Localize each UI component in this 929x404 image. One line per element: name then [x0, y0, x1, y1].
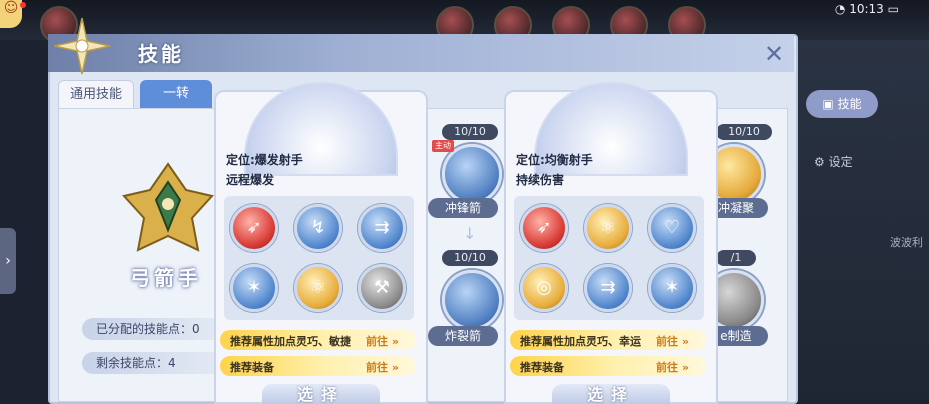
- close-icon[interactable]: ✕: [760, 40, 788, 68]
- card-subtitle: 远程爆发: [226, 173, 275, 187]
- arrow-down-icon: ↓: [463, 224, 477, 243]
- double-chevron-right-icon: »: [681, 361, 689, 374]
- recommend-gear-bar[interactable]: 推荐装备 前往 »: [220, 356, 416, 376]
- menu-skill-label: 技能: [837, 97, 862, 111]
- skill-level-badge: 10/10: [716, 124, 772, 140]
- go-link[interactable]: 前往 »: [366, 333, 399, 349]
- recommend-gear-text: 推荐装备: [520, 361, 564, 374]
- skill-icon[interactable]: ✶: [230, 264, 278, 312]
- menu-settings-button[interactable]: ⚙ 设定: [814, 153, 853, 170]
- skill-level-badge: /1: [716, 250, 756, 266]
- go-link[interactable]: 前往 »: [366, 359, 399, 375]
- recommend-attr-bar[interactable]: 推荐属性加点灵巧、幸运 前往 »: [510, 330, 706, 350]
- skill-icon[interactable]: ↯: [294, 204, 342, 252]
- active-tag: 主动: [432, 140, 454, 152]
- double-chevron-right-icon: »: [681, 335, 689, 348]
- recommend-attr-bar[interactable]: 推荐属性加点灵巧、敏捷 前往 »: [220, 330, 416, 350]
- skill-icon[interactable]: ◎: [520, 264, 568, 312]
- tab-general-skills[interactable]: 通用技能: [58, 80, 134, 110]
- skill-level-badge: 10/10: [442, 250, 498, 266]
- menu-skill-button[interactable]: ▣ 技能: [806, 90, 878, 118]
- battery-icon: ▭: [887, 2, 899, 16]
- class-name: 弓箭手: [130, 266, 202, 290]
- go-label: 前往: [656, 361, 678, 374]
- skill-node-label: 冲锋箭: [428, 198, 498, 218]
- skill-icon[interactable]: ✶: [648, 264, 696, 312]
- recommend-attr-text: 推荐属性加点灵巧、幸运: [520, 335, 641, 348]
- archer-class-emblem-icon: [122, 162, 214, 252]
- skill-node-label: 炸裂箭: [428, 326, 498, 346]
- skill-icon[interactable]: ⚒: [358, 264, 406, 312]
- wifi-icon: ◔: [834, 2, 846, 16]
- skill-icon[interactable]: ⚛: [584, 204, 632, 252]
- menu-settings-label: 设定: [828, 155, 853, 169]
- left-expand-button[interactable]: ›: [0, 228, 16, 294]
- tab-first-job[interactable]: 一转: [140, 80, 212, 108]
- recommend-gear-bar[interactable]: 推荐装备 前往 »: [510, 356, 706, 376]
- status-bar: ◔ 10:13 ▭: [835, 2, 899, 16]
- skill-icon[interactable]: ⚛: [294, 264, 342, 312]
- clock: 10:13: [849, 2, 884, 16]
- skill-icon[interactable]: ➶: [520, 204, 568, 252]
- gear-icon: ⚙: [814, 155, 825, 169]
- skill-icon[interactable]: ♡: [648, 204, 696, 252]
- double-chevron-right-icon: »: [391, 361, 399, 374]
- skill-node-icon[interactable]: [442, 270, 502, 330]
- double-chevron-right-icon: »: [391, 335, 399, 348]
- select-button[interactable]: 选择: [262, 384, 380, 404]
- go-label: 前往: [366, 335, 388, 348]
- card-position: 定位:均衡射手: [516, 153, 593, 167]
- skill-icon[interactable]: ⇉: [584, 264, 632, 312]
- stat-remaining-points: 剩余技能点：4: [82, 352, 236, 374]
- go-label: 前往: [366, 361, 388, 374]
- dialog-title: 技能: [138, 42, 184, 66]
- player-avatar-icon[interactable]: ☺: [0, 0, 22, 28]
- go-link[interactable]: 前往 »: [656, 333, 689, 349]
- chevron-right-icon: ›: [5, 253, 11, 269]
- card-subtitle: 持续伤害: [516, 173, 565, 187]
- notification-dot: [20, 2, 26, 8]
- skill-icon[interactable]: ➶: [230, 204, 278, 252]
- stat-allocated-points: 已分配的技能点：0: [82, 318, 236, 340]
- card-position: 定位:爆发射手: [226, 153, 303, 167]
- skill-menu-icon: ▣: [822, 97, 834, 111]
- select-button[interactable]: 选择: [552, 384, 670, 404]
- skill-icon[interactable]: ⇉: [358, 204, 406, 252]
- go-link[interactable]: 前往 »: [656, 359, 689, 375]
- compass-emblem-icon: [53, 17, 111, 75]
- skill-level-badge: 10/10: [442, 124, 498, 140]
- recommend-attr-text: 推荐属性加点灵巧、敏捷: [230, 335, 351, 348]
- go-label: 前往: [656, 335, 678, 348]
- menu-side-text: 波波利: [890, 236, 923, 249]
- recommend-gear-text: 推荐装备: [230, 361, 274, 374]
- skill-node-icon[interactable]: [442, 144, 502, 204]
